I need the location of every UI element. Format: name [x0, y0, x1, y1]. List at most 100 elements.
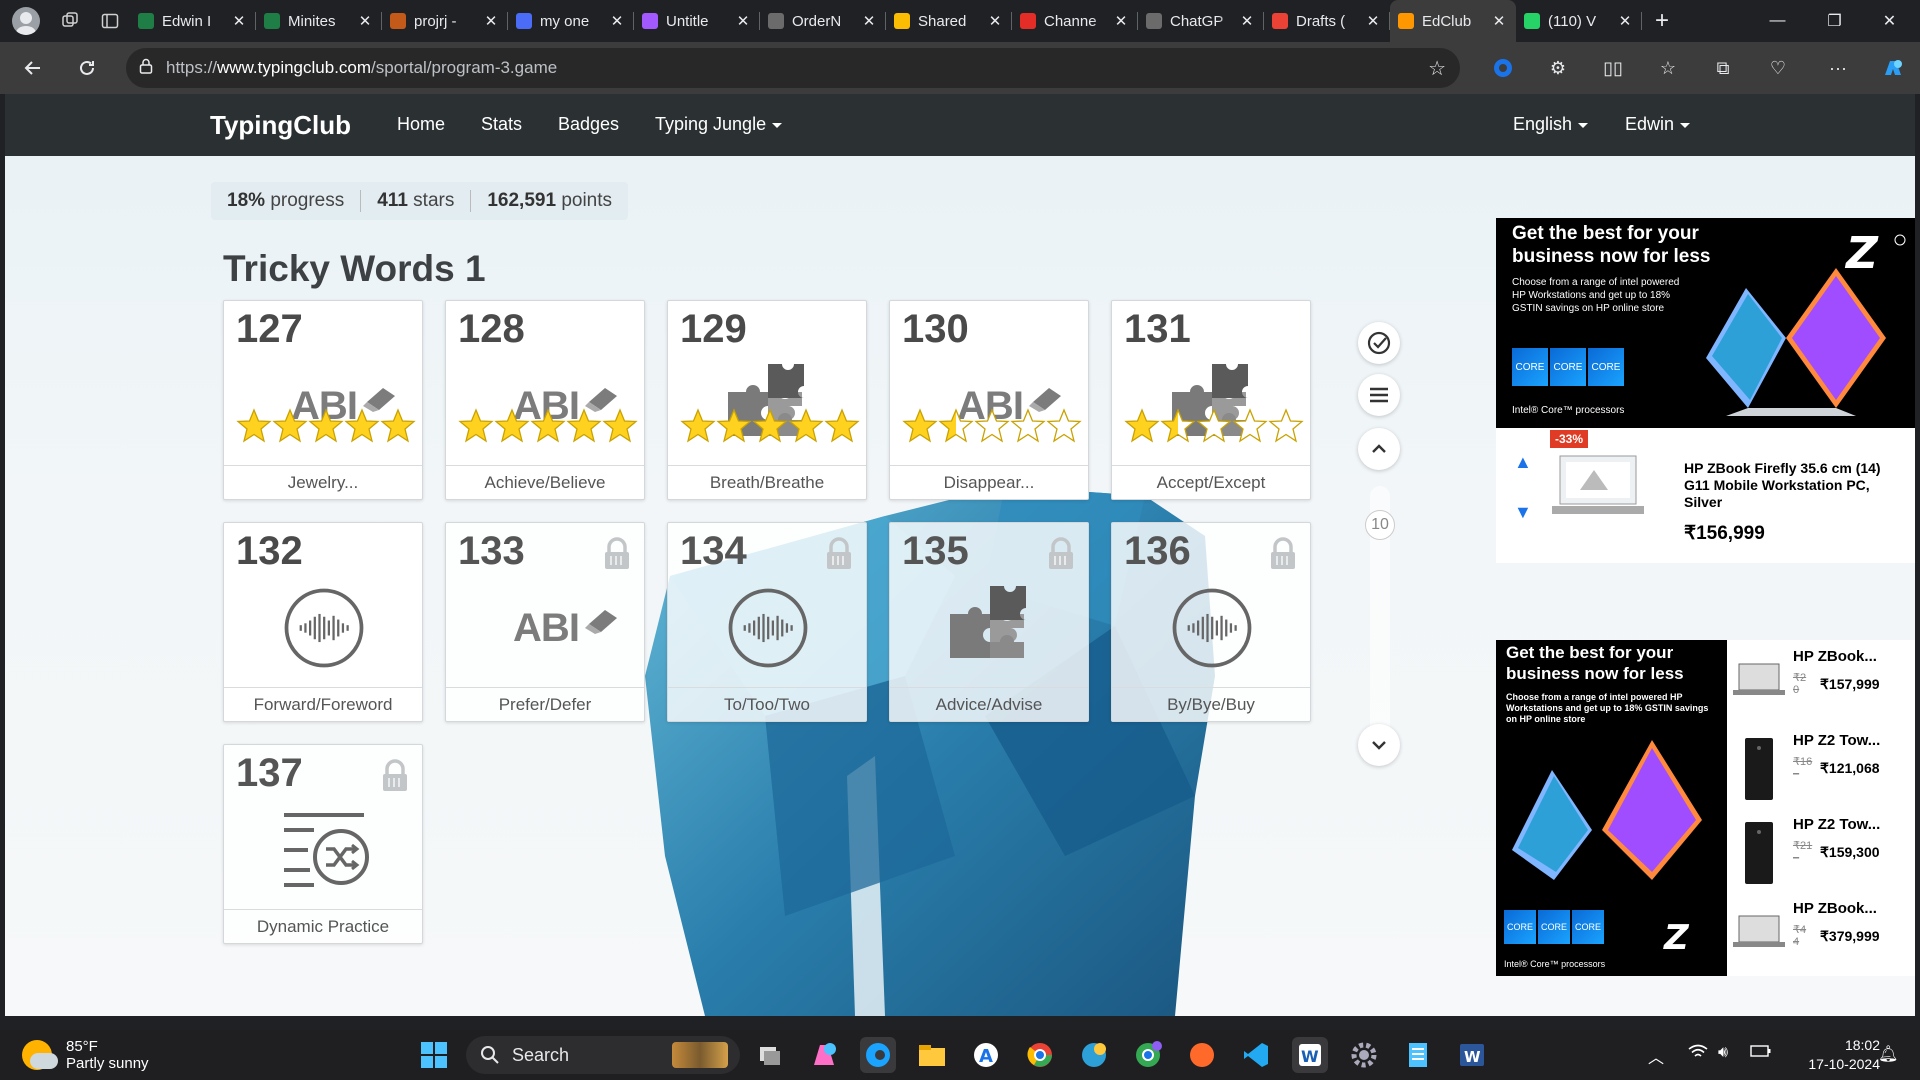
browser-tab[interactable]: Minites ✕	[256, 0, 382, 42]
tab-close-icon[interactable]: ✕	[986, 12, 1004, 30]
carousel-down-icon[interactable]: ▼	[1514, 502, 1532, 523]
check-progress-button[interactable]	[1358, 322, 1400, 364]
vscode-icon[interactable]	[1238, 1037, 1274, 1073]
carousel-up-icon[interactable]: ▲	[1514, 452, 1532, 473]
split-screen-icon[interactable]: ▯▯	[1597, 52, 1629, 84]
browser-tab[interactable]: EdClub ✕	[1390, 0, 1516, 42]
minimize-button[interactable]: —	[1750, 0, 1805, 42]
lesson-card[interactable]: 128 ABI Achieve/Believe	[445, 300, 645, 500]
menu-list-button[interactable]	[1358, 374, 1400, 416]
lesson-card[interactable]: 136 By/Bye/Buy	[1111, 522, 1311, 722]
copilot-app-icon[interactable]	[806, 1037, 842, 1073]
browser-essentials-icon[interactable]: ♡	[1762, 52, 1794, 84]
start-button[interactable]	[416, 1037, 452, 1073]
lesson-card[interactable]: 135 Advice/Advise	[889, 522, 1089, 722]
tab-actions-icon[interactable]	[90, 0, 130, 42]
browser-tab[interactable]: projrj - ✕	[382, 0, 508, 42]
tab-close-icon[interactable]: ✕	[734, 12, 752, 30]
chrome-profile-icon[interactable]	[1130, 1037, 1166, 1073]
lock-icon[interactable]	[126, 58, 166, 78]
browser-tab[interactable]: Drafts (✕	[1264, 0, 1390, 42]
browser-tab[interactable]: Shared ✕	[886, 0, 1012, 42]
ad2-product-item[interactable]: HP Z2 Tow... ₹16 – ₹121,068	[1727, 730, 1915, 814]
help-app-icon[interactable]	[1076, 1037, 1112, 1073]
tab-close-icon[interactable]: ✕	[1112, 12, 1130, 30]
lesson-card[interactable]: 131 Accept/Except	[1111, 300, 1311, 500]
volume-icon[interactable]: 🔊︎	[1718, 1044, 1728, 1062]
tab-close-icon[interactable]: ✕	[482, 12, 500, 30]
word-icon[interactable]: W	[1454, 1037, 1490, 1073]
tab-close-icon[interactable]: ✕	[1616, 12, 1634, 30]
lesson-card[interactable]: 130 ABI Disappear...	[889, 300, 1089, 500]
system-clock[interactable]: 18:02 17-10-2024	[1808, 1036, 1880, 1074]
compass-app-icon[interactable]	[1184, 1037, 1220, 1073]
back-button[interactable]	[12, 47, 54, 89]
tab-close-icon[interactable]: ✕	[608, 12, 626, 30]
lesson-card[interactable]: 129 Breath/Breathe	[667, 300, 867, 500]
lesson-card[interactable]: 137 Dynamic Practice	[223, 744, 423, 944]
tab-close-icon[interactable]: ✕	[356, 12, 374, 30]
notepad-icon[interactable]	[1400, 1037, 1436, 1073]
edge-extension-icon[interactable]	[1487, 52, 1519, 84]
browser-tab[interactable]: Channe ✕	[1012, 0, 1138, 42]
edge-app-icon[interactable]	[860, 1037, 896, 1073]
tab-close-icon[interactable]: ✕	[860, 12, 878, 30]
stars-label: stars	[413, 190, 455, 211]
tab-close-icon[interactable]: ✕	[1238, 12, 1256, 30]
app-icon-a[interactable]: A	[968, 1037, 1004, 1073]
settings-icon[interactable]	[1346, 1037, 1382, 1073]
ad-banner-2[interactable]: Get the best for your business now for l…	[1496, 640, 1727, 976]
favorites-icon[interactable]: ☆	[1652, 52, 1684, 84]
ad2-product-item[interactable]: HP ZBook... ₹4 4 ₹379,999	[1727, 898, 1915, 982]
scroll-up-button[interactable]	[1358, 428, 1400, 470]
ad2-product-list[interactable]: HP ZBook... ₹2 0 ₹157,999 HP Z2 Tow... ₹16 –…	[1727, 640, 1915, 976]
battery-icon[interactable]	[1750, 1044, 1772, 1063]
nav-home[interactable]: Home	[397, 114, 445, 135]
ad2-product-item[interactable]: HP Z2 Tow... ₹21 – ₹159,300	[1727, 814, 1915, 898]
browser-tab[interactable]: Untitle ✕	[634, 0, 760, 42]
favorite-star-icon[interactable]: ☆	[1428, 56, 1446, 81]
tab-close-icon[interactable]: ✕	[1364, 12, 1382, 30]
nav-badges[interactable]: Badges	[558, 114, 619, 135]
user-menu[interactable]: Edwin	[1625, 114, 1691, 135]
lesson-card[interactable]: 127 ABI Jewelry...	[223, 300, 423, 500]
word-app-active-icon[interactable]: W	[1292, 1037, 1328, 1073]
new-tab-button[interactable]: +	[1642, 0, 1682, 42]
browser-tab[interactable]: (110) V ✕	[1516, 0, 1642, 42]
collections-icon[interactable]: ⧉	[1707, 52, 1739, 84]
notification-bell-icon[interactable]: 🔔︎	[1878, 1044, 1898, 1064]
extensions-icon[interactable]: ⚙	[1542, 52, 1574, 84]
refresh-button[interactable]	[66, 47, 108, 89]
restore-button[interactable]: ❐	[1807, 0, 1862, 42]
close-window-button[interactable]: ✕	[1862, 0, 1917, 42]
nav-typing-jungle[interactable]: Typing Jungle	[655, 114, 783, 135]
scroll-down-button[interactable]	[1358, 724, 1400, 766]
taskbar-search[interactable]: Search	[466, 1036, 740, 1074]
profile-avatar[interactable]	[12, 7, 40, 35]
chrome-icon[interactable]	[1022, 1037, 1058, 1073]
lesson-card[interactable]: 134 To/Too/Two	[667, 522, 867, 722]
weather-widget[interactable]: 85°F Partly sunny	[22, 1038, 149, 1072]
more-menu-icon[interactable]: ···	[1822, 52, 1854, 84]
site-logo[interactable]: TypingClub	[210, 110, 351, 141]
workspaces-icon[interactable]	[50, 0, 90, 42]
copilot-icon[interactable]	[1877, 52, 1909, 84]
ad-banner-1[interactable]: Get the best for your business now for l…	[1496, 218, 1915, 428]
browser-tab[interactable]: my one ✕	[508, 0, 634, 42]
ad2-product-item[interactable]: HP ZBook... ₹2 0 ₹157,999	[1727, 646, 1915, 730]
wifi-icon[interactable]	[1688, 1044, 1708, 1065]
file-explorer-icon[interactable]	[914, 1037, 950, 1073]
browser-tab[interactable]: OrderN ✕	[760, 0, 886, 42]
lesson-card[interactable]: 132 Forward/Foreword	[223, 522, 423, 722]
tab-close-icon[interactable]: ✕	[1490, 12, 1508, 30]
lesson-card[interactable]: 133 ABI Prefer/Defer	[445, 522, 645, 722]
browser-tab[interactable]: Edwin I ✕	[130, 0, 256, 42]
nav-stats[interactable]: Stats	[481, 114, 522, 135]
url-input[interactable]: https://www.typingclub.com/sportal/progr…	[126, 48, 1460, 88]
task-view-icon[interactable]	[752, 1037, 788, 1073]
browser-tab[interactable]: ChatGP ✕	[1138, 0, 1264, 42]
language-dropdown[interactable]: English	[1513, 114, 1589, 135]
tab-close-icon[interactable]: ✕	[230, 12, 248, 30]
ad1-product-card[interactable]: ▲ ▼ -33% HP ZBook Firefly 35.6 cm (14) G…	[1496, 428, 1915, 563]
show-hidden-icons-chevron[interactable]: ︿	[1648, 1044, 1664, 1068]
